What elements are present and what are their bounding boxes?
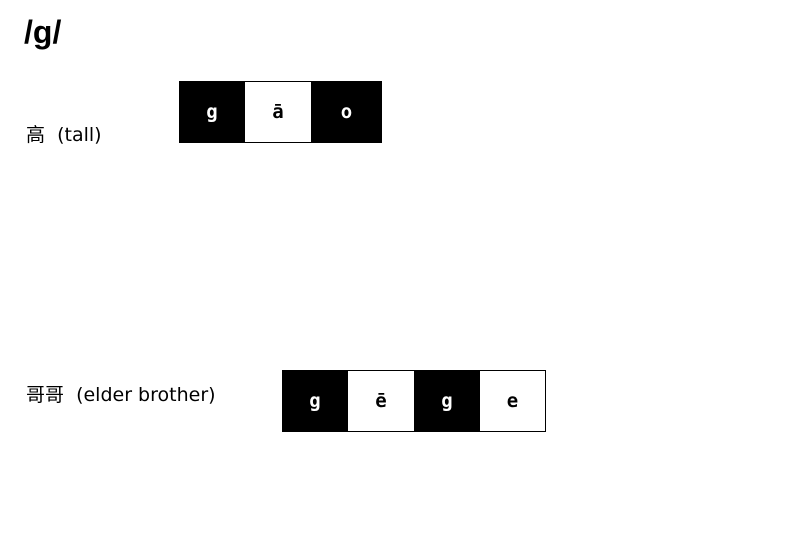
- page-title: /g/: [24, 14, 62, 50]
- pinyin-tiles-gao: g ā o: [179, 81, 382, 143]
- pinyin-tile: o: [311, 81, 382, 143]
- pinyin-tile: ē: [348, 370, 414, 432]
- word-label-elder-brother: 哥哥 (elder brother): [26, 384, 216, 406]
- pinyin-tile: g: [414, 370, 480, 432]
- pinyin-tile: g: [179, 81, 245, 143]
- pinyin-tile: e: [480, 370, 546, 432]
- pinyin-tile: g: [282, 370, 348, 432]
- pinyin-tiles-gege: g ē g e: [282, 370, 546, 432]
- word-label-tall: 高 (tall): [26, 124, 102, 146]
- pinyin-tile: ā: [245, 81, 311, 143]
